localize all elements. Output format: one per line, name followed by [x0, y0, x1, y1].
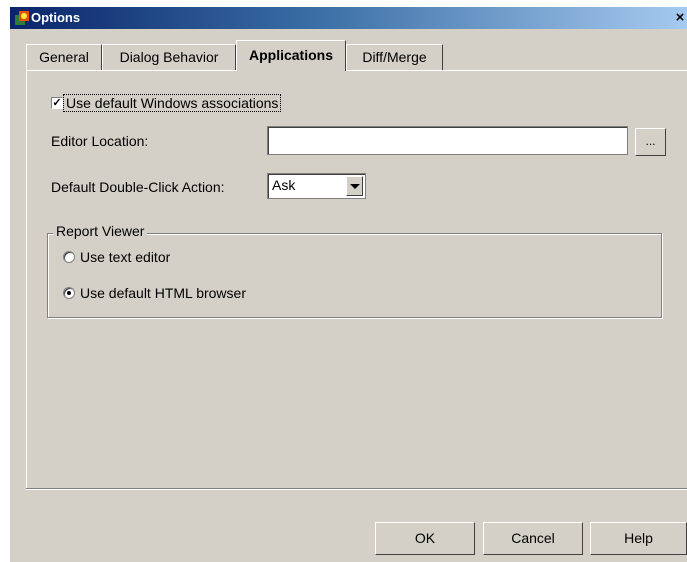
report-viewer-title: Report Viewer [53, 223, 148, 239]
ok-label: OK [414, 530, 436, 546]
editor-location-field[interactable] [267, 126, 628, 155]
options-dialog: Options × General Dialog Behavior Applic… [10, 7, 687, 562]
use-html-browser-radio[interactable] [63, 287, 75, 299]
tab-applications[interactable]: Applications [236, 40, 346, 71]
checkbox-label-text: Use default Windows associations [66, 95, 279, 111]
separator [26, 488, 687, 490]
double-click-action-value: Ask [272, 177, 296, 193]
report-viewer-group [47, 233, 662, 318]
tab-label: Applications [248, 47, 333, 63]
browse-label: ... [645, 134, 656, 148]
tab-general[interactable]: General [26, 44, 102, 70]
window-title: Options [31, 10, 81, 25]
use-text-editor-label[interactable]: Use text editor [80, 249, 170, 265]
browse-button[interactable]: ... [635, 128, 666, 156]
use-text-editor-radio[interactable] [63, 251, 75, 263]
help-label: Help [624, 530, 653, 546]
use-html-browser-label[interactable]: Use default HTML browser [80, 285, 246, 301]
double-click-action-select[interactable]: Ask [267, 173, 366, 199]
windows-associations-checkbox[interactable]: ✓ [51, 97, 63, 109]
chevron-down-icon[interactable] [346, 176, 363, 196]
tab-label: Dialog Behavior [119, 49, 219, 65]
double-click-action-label: Default Double-Click Action: [51, 179, 225, 195]
tab-dialog-behavior[interactable]: Dialog Behavior [102, 44, 236, 70]
help-button[interactable]: Help [590, 522, 687, 555]
tab-label: General [39, 49, 89, 65]
options-app-icon [15, 11, 29, 25]
ok-button[interactable]: OK [375, 522, 475, 555]
close-icon[interactable]: × [673, 10, 687, 26]
tab-diff-merge[interactable]: Diff/Merge [346, 44, 443, 70]
editor-location-label: Editor Location: [51, 133, 149, 149]
windows-associations-label[interactable]: Use default Windows associations [63, 94, 282, 112]
cancel-button[interactable]: Cancel [483, 522, 583, 555]
tab-label: Diff/Merge [362, 49, 427, 65]
cancel-label: Cancel [511, 530, 555, 546]
title-bar[interactable]: Options × [10, 7, 687, 29]
